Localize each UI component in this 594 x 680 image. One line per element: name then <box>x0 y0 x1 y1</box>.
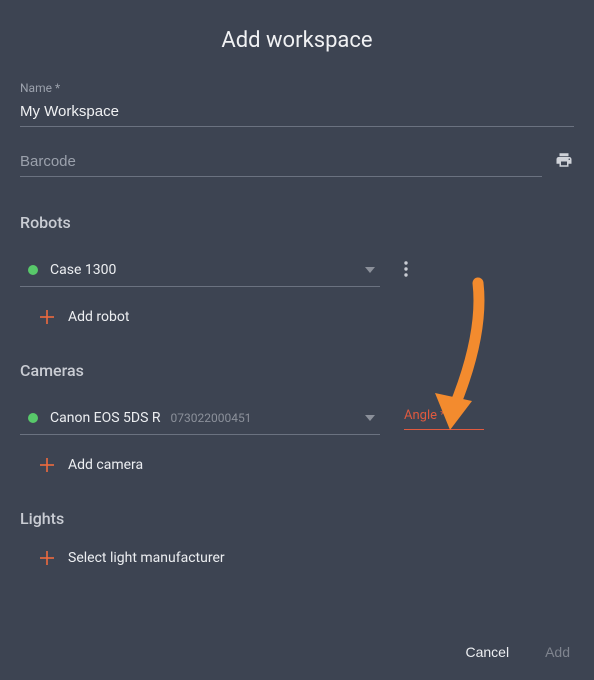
robot-select[interactable]: Case 1300 <box>20 254 380 287</box>
cameras-header: Cameras <box>20 361 574 380</box>
status-dot-icon <box>28 413 38 423</box>
robots-header: Robots <box>20 213 574 232</box>
plus-icon <box>38 550 56 566</box>
add-camera-button[interactable]: Add camera <box>38 457 574 473</box>
print-icon[interactable] <box>554 151 574 177</box>
add-robot-label: Add robot <box>68 309 129 325</box>
barcode-input[interactable] <box>20 153 542 170</box>
select-light-manufacturer-button[interactable]: Select light manufacturer <box>38 550 574 566</box>
angle-label: Angle * <box>404 408 446 423</box>
plus-icon <box>38 457 56 473</box>
camera-select[interactable]: Canon EOS 5DS R 073022000451 <box>20 402 380 435</box>
name-label: Name * <box>20 81 574 95</box>
select-light-label: Select light manufacturer <box>68 550 225 566</box>
add-workspace-dialog: Add workspace Name * Robots Case 1300 Ad… <box>0 0 594 586</box>
chevron-down-icon <box>362 415 378 421</box>
robot-name: Case 1300 <box>50 262 362 278</box>
cancel-button[interactable]: Cancel <box>465 644 509 660</box>
status-dot-icon <box>28 265 38 275</box>
plus-icon <box>38 309 56 325</box>
chevron-down-icon <box>362 267 378 273</box>
barcode-input-wrap <box>20 151 542 177</box>
angle-input[interactable]: Angle * <box>404 408 484 430</box>
robot-row: Case 1300 <box>20 254 574 287</box>
name-field-group: Name * <box>20 81 574 127</box>
camera-name: Canon EOS 5DS R <box>50 410 161 426</box>
add-button[interactable]: Add <box>545 644 570 660</box>
add-camera-label: Add camera <box>68 457 143 473</box>
camera-row: Canon EOS 5DS R 073022000451 Angle * <box>20 402 574 435</box>
add-robot-button[interactable]: Add robot <box>38 309 574 325</box>
camera-serial: 073022000451 <box>171 411 252 425</box>
more-vert-icon[interactable] <box>398 255 414 287</box>
name-input[interactable] <box>20 99 574 127</box>
dialog-title: Add workspace <box>20 28 574 53</box>
barcode-row <box>20 151 574 177</box>
lights-header: Lights <box>20 509 574 528</box>
dialog-footer: Cancel Add <box>465 644 570 660</box>
